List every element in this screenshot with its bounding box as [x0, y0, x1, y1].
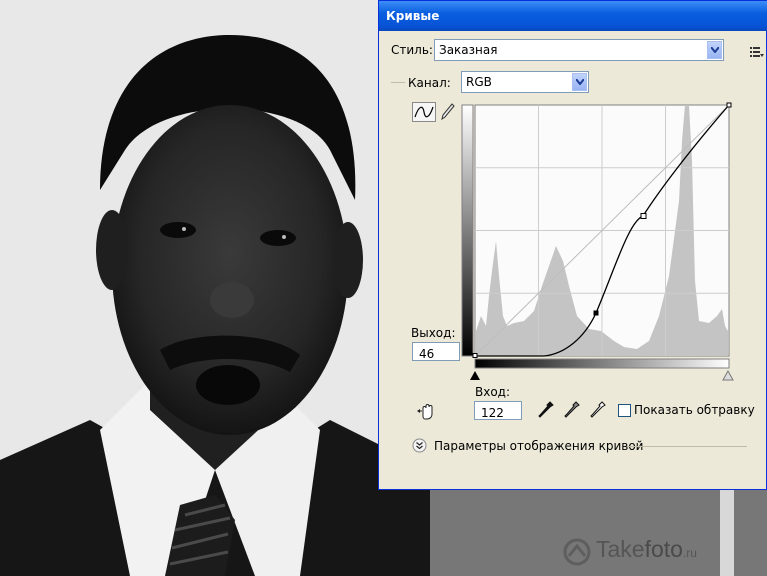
pencil-tool-icon[interactable]: [441, 103, 455, 121]
curve-edit-tool-icon[interactable]: [412, 102, 436, 122]
show-clipping-label: Показать обтравку: [634, 403, 755, 417]
gray-point-eyedropper-icon[interactable]: [564, 401, 580, 419]
watermark: Takefoto.ru: [596, 536, 697, 563]
watermark-take: Take: [596, 536, 645, 562]
style-label: Стиль:: [391, 43, 433, 57]
style-select-value: Заказная: [439, 43, 498, 57]
black-point-eyedropper-icon[interactable]: [538, 401, 554, 419]
output-label: Выход:: [411, 326, 456, 340]
watermark-logo-icon: [563, 538, 591, 566]
channel-dropdown-button[interactable]: [572, 73, 587, 91]
watermark-ru: .ru: [682, 546, 697, 560]
preset-menu-icon[interactable]: [750, 43, 764, 57]
input-label: Вход:: [475, 385, 511, 399]
curve-options-divider: [627, 446, 747, 447]
dialog-title: Кривые: [386, 9, 440, 23]
expand-chevron-icon[interactable]: [412, 438, 427, 453]
curves-dialog: Кривые Стиль: Заказная Канал: RGB Выход:…: [378, 0, 767, 490]
white-point-eyedropper-icon[interactable]: [590, 401, 606, 419]
input-field[interactable]: 122: [474, 401, 522, 420]
channel-group-line-left: [391, 82, 405, 83]
channel-label: Канал:: [408, 76, 451, 90]
curve-graph[interactable]: [459, 101, 735, 383]
channel-select[interactable]: RGB: [461, 71, 589, 93]
style-dropdown-button[interactable]: [707, 41, 722, 59]
input-value: 122: [481, 406, 504, 420]
title-bar[interactable]: Кривые: [379, 1, 767, 31]
style-select[interactable]: Заказная: [434, 39, 724, 61]
channel-select-value: RGB: [466, 75, 492, 89]
on-image-adjust-icon[interactable]: [417, 402, 437, 420]
show-clipping-checkbox[interactable]: [618, 404, 631, 417]
curve-options-label[interactable]: Параметры отображения кривой: [434, 439, 643, 453]
watermark-foto: foto: [644, 536, 683, 562]
output-value: 46: [419, 347, 435, 361]
output-field[interactable]: 46: [412, 342, 460, 361]
